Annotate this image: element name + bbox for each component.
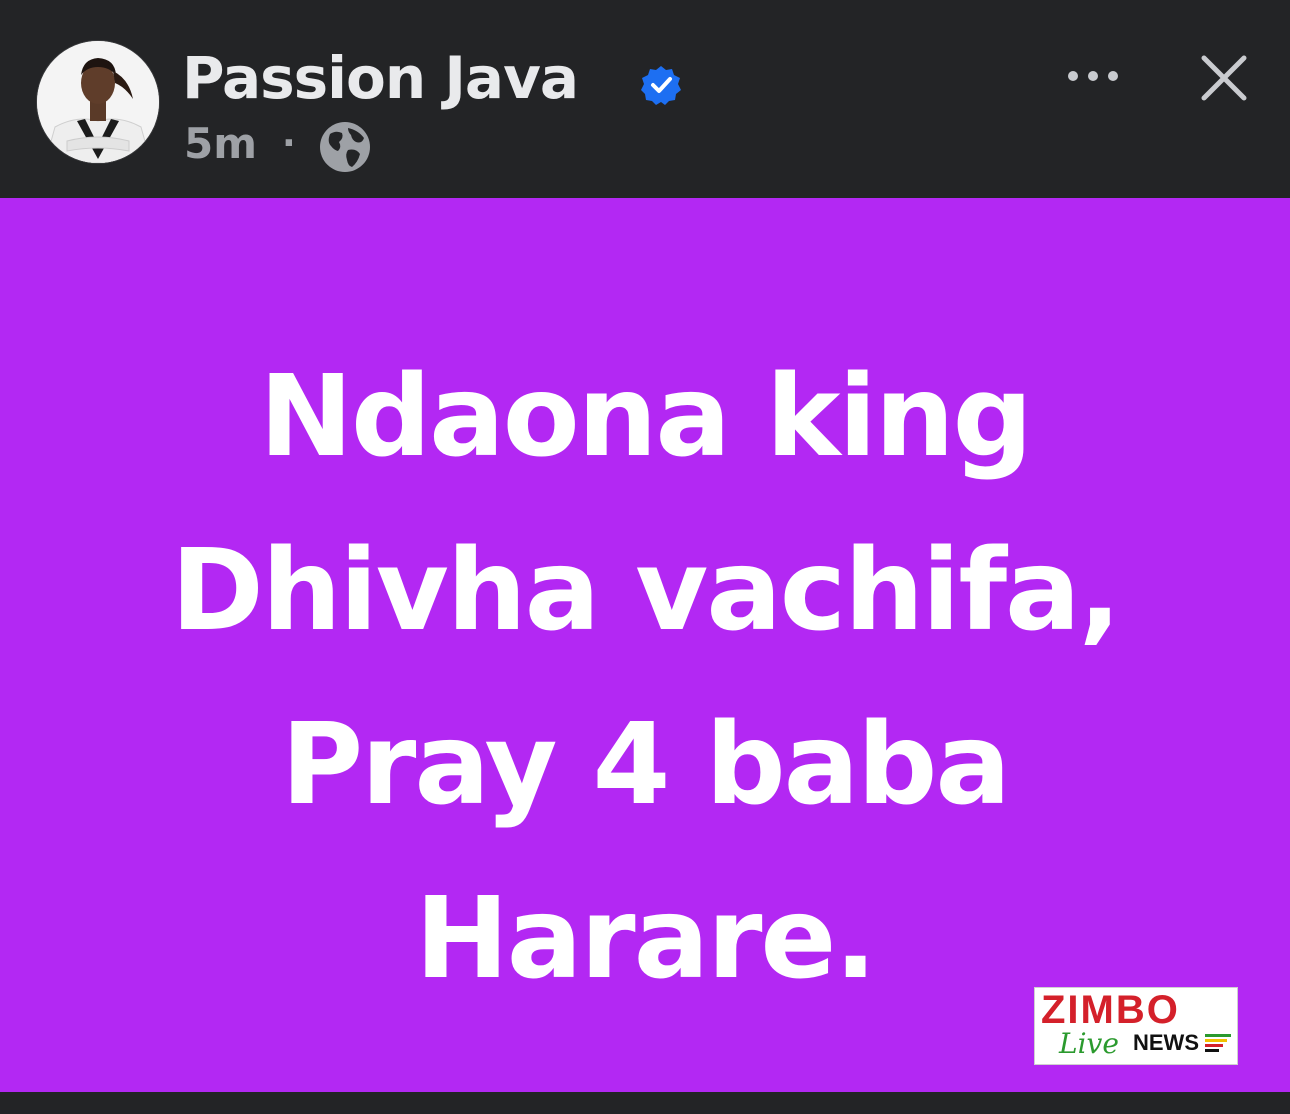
verified-badge-icon [641,66,681,105]
post-message-line: Dhivha vachifa, [170,526,1121,656]
avatar-image [37,41,159,163]
post-message-line: Pray 4 baba [281,700,1011,830]
post-background-text: Ndaona king Dhivha vachifa, Pray 4 baba … [0,198,1290,1092]
watermark-tagline: NEWS [1133,1030,1199,1055]
watermark-script: Live [1059,1027,1119,1060]
more-options-icon[interactable] [1060,56,1126,96]
author-avatar[interactable] [36,40,160,164]
author-name[interactable]: Passion Java [182,40,579,116]
facebook-post: Passion Java 5m · Ndaona king Dhivha vac… [0,0,1290,1114]
post-message: Ndaona king Dhivha vachifa, Pray 4 baba … [0,330,1290,1026]
post-timestamp[interactable]: 5m [184,116,257,172]
close-icon[interactable] [1196,50,1252,106]
bottom-bar [0,1092,1290,1114]
post-header: Passion Java 5m · [0,0,1290,198]
flag-stripes-icon [1205,1034,1231,1052]
watermark-brand: ZIMBO [1041,988,1180,1032]
post-message-line: Ndaona king [259,352,1033,482]
zimbo-live-news-watermark: ZIMBO Live NEWS [1034,987,1238,1065]
globe-icon [320,122,370,172]
meta-separator: · [282,123,296,164]
